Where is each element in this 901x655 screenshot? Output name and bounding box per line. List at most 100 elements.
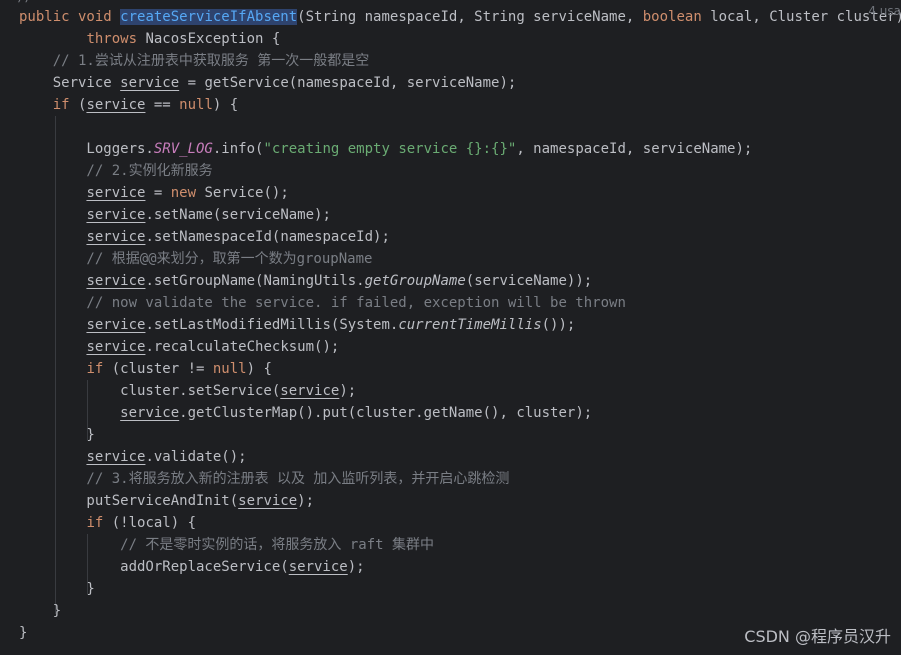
code-line[interactable]: service.recalculateChecksum();	[0, 336, 901, 358]
code-token: addOrReplaceService(	[19, 559, 289, 575]
code-line[interactable]: service.setGroupName(NamingUtils.getGrou…	[0, 270, 901, 292]
code-token: Service();	[196, 185, 289, 201]
code-line[interactable]: addOrReplaceService(service);	[0, 556, 901, 578]
code-token: = getService(namespaceId, serviceName);	[179, 75, 517, 91]
code-editor[interactable]: // public void createServiceIfAbsent(Str…	[0, 0, 901, 655]
code-line[interactable]: }	[0, 578, 901, 600]
variable-token: service	[238, 493, 298, 509]
code-token: Loggers.	[19, 141, 154, 157]
code-line[interactable]: Loggers.SRV_LOG.info("creating empty ser…	[0, 138, 901, 160]
code-comment: // 1.尝试从注册表中获取服务 第一次一般都是空	[19, 53, 370, 69]
code-token: , namespaceId, serviceName);	[516, 141, 753, 157]
code-line[interactable]: cluster.setService(service);	[0, 380, 901, 402]
code-token: null	[179, 97, 213, 113]
code-line[interactable]: }	[0, 600, 901, 622]
code-token: currentTimeMillis	[398, 317, 542, 333]
variable-token: service	[120, 405, 180, 421]
code-line[interactable]: // 3.将服务放入新的注册表 以及 加入监听列表，并开启心跳检测	[0, 468, 901, 490]
variable-token: service	[288, 559, 348, 575]
code-token: .info(	[212, 141, 264, 157]
code-token: (	[69, 97, 87, 113]
code-token: createServiceIfAbsent	[120, 9, 298, 25]
code-token: );	[339, 383, 357, 399]
code-token: .setNamespaceId(namespaceId);	[145, 229, 390, 245]
code-comment: // 不是零时实例的话，将服务放入 raft 集群中	[19, 537, 435, 553]
code-token: );	[347, 559, 365, 575]
code-token: ());	[541, 317, 576, 333]
code-line[interactable]: // 根据@@来划分，取第一个数为groupName	[0, 248, 901, 270]
code-token: throws	[86, 31, 138, 47]
code-token: .getClusterMap().put(cluster.getName(), …	[179, 405, 593, 421]
code-token: .recalculateChecksum();	[145, 339, 340, 355]
code-line[interactable]: throws NacosException {	[0, 28, 901, 50]
code-line[interactable]: service = new Service();	[0, 182, 901, 204]
code-token: (!local) {	[103, 515, 197, 531]
variable-token: service	[86, 207, 146, 223]
code-line[interactable]: // 不是零时实例的话，将服务放入 raft 集群中	[0, 534, 901, 556]
code-line[interactable]: service.setName(serviceName);	[0, 204, 901, 226]
variable-token: service	[86, 97, 146, 113]
code-token: }	[19, 603, 62, 619]
code-line[interactable]: // 1.尝试从注册表中获取服务 第一次一般都是空	[0, 50, 901, 72]
code-line[interactable]: if (service == null) {	[0, 94, 901, 116]
code-token: .setLastModifiedMillis(System.	[145, 317, 399, 333]
code-token: ) {	[212, 97, 239, 113]
code-token: );	[297, 493, 315, 509]
code-comment: // 2.实例化新服务	[19, 163, 213, 179]
code-token: (serviceName));	[465, 273, 593, 289]
code-line[interactable]: service.getClusterMap().put(cluster.getN…	[0, 402, 901, 424]
code-token: Service	[19, 75, 121, 91]
code-token: .setGroupName(NamingUtils.	[145, 273, 365, 289]
code-token: if	[86, 361, 104, 377]
code-line[interactable]: service.setNamespaceId(namespaceId);	[0, 226, 901, 248]
code-line[interactable]	[0, 116, 901, 138]
code-line[interactable]: if (!local) {	[0, 512, 901, 534]
code-line[interactable]: service.validate();	[0, 446, 901, 468]
code-line[interactable]: // 2.实例化新服务	[0, 160, 901, 182]
code-token: if	[86, 515, 104, 531]
code-line[interactable]: putServiceAndInit(service);	[0, 490, 901, 512]
code-token: "creating empty service {}:{}"	[263, 141, 517, 157]
code-line[interactable]: public void createServiceIfAbsent(String…	[0, 6, 901, 28]
code-line[interactable]: }	[0, 424, 901, 446]
variable-token: service	[86, 229, 146, 245]
partial-comment: //	[18, 0, 32, 4]
code-token: putServiceAndInit(	[19, 493, 239, 509]
code-token: null	[212, 361, 247, 377]
code-token: =	[145, 185, 171, 201]
variable-token: service	[86, 449, 146, 465]
code-token: boolean	[642, 9, 702, 25]
code-token: }	[19, 625, 28, 641]
code-token: getGroupName	[364, 273, 466, 289]
code-token: ==	[145, 97, 180, 113]
code-line[interactable]: Service service = getService(namespaceId…	[0, 72, 901, 94]
code-comment: // 根据@@来划分，取第一个数为groupName	[19, 251, 373, 267]
usages-inlay-hint[interactable]: 4 usa	[868, 0, 901, 22]
code-token: .validate();	[145, 449, 247, 465]
watermark: CSDN @程序员汉升	[744, 627, 891, 646]
code-token: ) {	[246, 361, 272, 377]
code-line[interactable]: // now validate the service. if failed, …	[0, 292, 901, 314]
code-token: .setName(serviceName);	[145, 207, 331, 223]
code-token: new	[170, 185, 197, 201]
code-token: public void	[19, 9, 121, 25]
variable-token: service	[86, 317, 146, 333]
code-line[interactable]: if (cluster != null) {	[0, 358, 901, 380]
code-line[interactable]: service.setLastModifiedMillis(System.cur…	[0, 314, 901, 336]
variable-token: service	[86, 185, 146, 201]
variable-token: service	[86, 273, 146, 289]
code-token: SRV_LOG	[153, 141, 213, 157]
code-token: (String namespaceId, String serviceName,	[297, 9, 643, 25]
code-comment: // 3.将服务放入新的注册表 以及 加入监听列表，并开启心跳检测	[19, 471, 510, 487]
code-token: (cluster !=	[103, 361, 213, 377]
